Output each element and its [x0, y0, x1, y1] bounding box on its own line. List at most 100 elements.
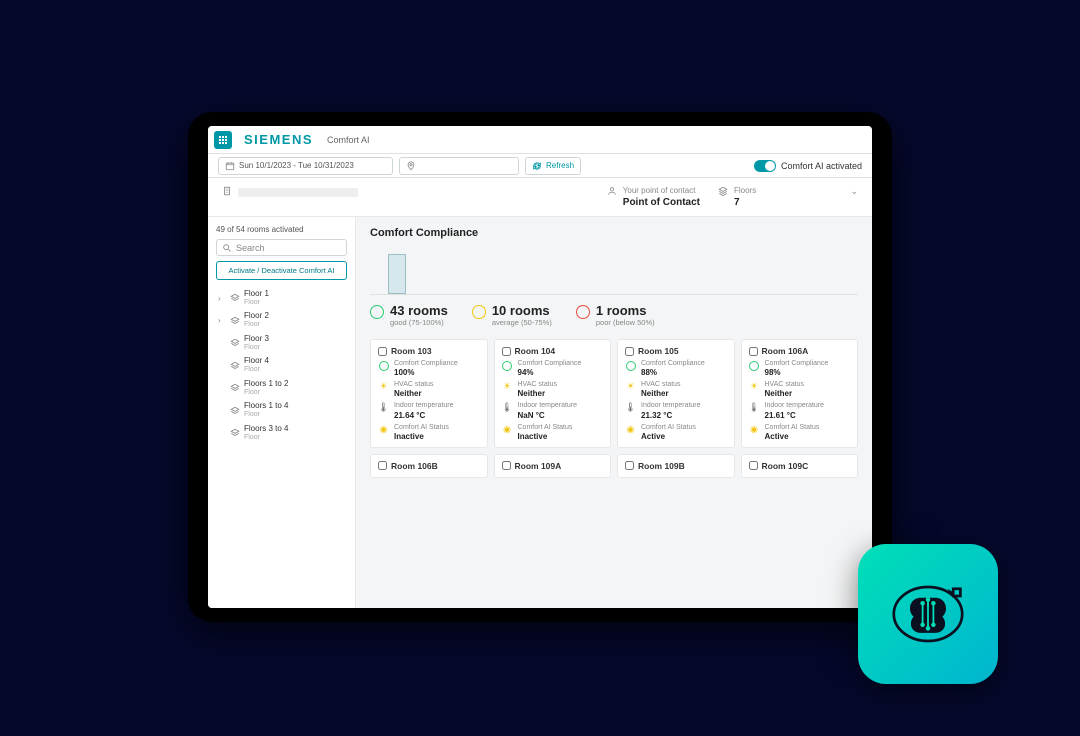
refresh-label: Refresh — [546, 161, 574, 170]
room-card[interactable]: Room 106B — [370, 454, 488, 478]
app-screen: SIEMENS Comfort AI Sun 10/1/2023 - Tue 1… — [208, 126, 872, 608]
hvac-icon: ☀ — [625, 381, 636, 392]
sidebar-floor-item[interactable]: › Floor 1Floor — [216, 287, 347, 309]
building-info — [222, 186, 589, 208]
room-name: Room 109C — [762, 461, 809, 471]
floor-sub: Floor — [244, 389, 288, 397]
room-checkbox[interactable] — [749, 347, 758, 356]
location-filter[interactable] — [399, 157, 519, 175]
room-name: Room 105 — [638, 346, 679, 356]
comfort-ai-toggle-label: Comfort AI activated — [781, 161, 862, 171]
stat-good: 43 roomsgood (75-100%) — [370, 303, 448, 327]
room-checkbox[interactable] — [502, 461, 511, 470]
room-name: Room 106B — [391, 461, 438, 471]
sidebar-floor-item[interactable]: Floors 1 to 4Floor — [216, 399, 347, 421]
metric-hvac: ☀HVAC statusNeither — [749, 381, 851, 398]
face-icon — [379, 361, 389, 371]
room-card-header: Room 106A — [749, 346, 851, 356]
sidebar-floor-item[interactable]: Floors 3 to 4Floor — [216, 422, 347, 444]
stat-label: good (75-100%) — [390, 318, 448, 327]
comfort-ai-toggle[interactable] — [754, 160, 776, 172]
layers-icon — [230, 316, 240, 326]
app-launcher-button[interactable] — [214, 131, 232, 149]
building-icon — [222, 186, 232, 196]
thermometer-icon: 🌡 — [749, 402, 760, 413]
room-checkbox[interactable] — [625, 461, 634, 470]
metric-compliance: Comfort Compliance100% — [378, 360, 480, 377]
date-range-picker[interactable]: Sun 10/1/2023 - Tue 10/31/2023 — [218, 157, 393, 175]
metric-temp: 🌡Indoor temperature21.64 °C — [378, 402, 480, 419]
metric-hvac: ☀HVAC statusNeither — [625, 381, 727, 398]
metric-compliance: Comfort Compliance94% — [502, 360, 604, 377]
hvac-icon: ☀ — [378, 381, 389, 392]
room-card[interactable]: Room 105 Comfort Compliance88% ☀HVAC sta… — [617, 339, 735, 448]
search-input[interactable]: Search — [216, 239, 347, 256]
room-checkbox[interactable] — [502, 347, 511, 356]
floor-name: Floors 1 to 2 — [244, 380, 288, 389]
room-card[interactable]: Room 106A Comfort Compliance98% ☀HVAC st… — [741, 339, 859, 448]
stats-row: 43 roomsgood (75-100%) 10 roomsaverage (… — [370, 303, 858, 327]
room-card-header: Room 109B — [625, 461, 727, 471]
filter-bar: Sun 10/1/2023 - Tue 10/31/2023 Refresh C… — [208, 154, 872, 178]
thermometer-icon: 🌡 — [625, 402, 636, 413]
stat-poor: 1 roomspoor (below 50%) — [576, 303, 655, 327]
building-name-redacted — [238, 188, 358, 197]
compliance-chart — [370, 247, 858, 295]
room-card[interactable]: Room 109B — [617, 454, 735, 478]
room-card[interactable]: Room 109C — [741, 454, 859, 478]
thermometer-icon: 🌡 — [502, 402, 513, 413]
contact-value: Point of Contact — [623, 197, 700, 208]
room-card[interactable]: Room 103 Comfort Compliance100% ☀HVAC st… — [370, 339, 488, 448]
face-icon-poor — [576, 305, 590, 319]
sidebar-floor-item[interactable]: Floors 1 to 2Floor — [216, 377, 347, 399]
person-icon — [607, 186, 617, 196]
main-panel: Comfort Compliance 43 roomsgood (75-100%… — [356, 217, 872, 608]
floor-name: Floor 3 — [244, 335, 269, 344]
search-placeholder: Search — [236, 243, 265, 253]
metric-temp: 🌡Indoor temperatureNaN °C — [502, 402, 604, 419]
room-card-header: Room 105 — [625, 346, 727, 356]
room-name: Room 109B — [638, 461, 685, 471]
room-name: Room 104 — [515, 346, 556, 356]
rooms-grid: Room 103 Comfort Compliance100% ☀HVAC st… — [370, 339, 858, 478]
rooms-activated-count: 49 of 54 rooms activated — [216, 225, 347, 234]
floors-info[interactable]: Floors 7 ⌄ — [718, 186, 858, 208]
search-icon — [222, 243, 232, 253]
sidebar-floor-item[interactable]: Floor 4Floor — [216, 354, 347, 376]
layers-icon — [230, 338, 240, 348]
floor-name: Floors 3 to 4 — [244, 425, 288, 434]
room-card[interactable]: Room 109A — [494, 454, 612, 478]
face-icon — [502, 361, 512, 371]
thermometer-icon: 🌡 — [378, 402, 389, 413]
refresh-button[interactable]: Refresh — [525, 157, 581, 175]
ai-app-badge — [858, 544, 998, 684]
sidebar-floor-item[interactable]: Floor 3Floor — [216, 332, 347, 354]
calendar-icon — [225, 161, 235, 171]
room-checkbox[interactable] — [749, 461, 758, 470]
floors-value: 7 — [734, 197, 844, 208]
chevron-down-icon: ⌄ — [850, 186, 858, 197]
chart-bar — [388, 254, 406, 294]
floor-name: Floor 4 — [244, 357, 269, 366]
room-checkbox[interactable] — [625, 347, 634, 356]
room-card-header: Room 109C — [749, 461, 851, 471]
brand-logo: SIEMENS — [244, 132, 313, 147]
comfort-ai-toggle-wrap: Comfort AI activated — [754, 160, 862, 172]
hvac-icon: ☀ — [502, 381, 513, 392]
floor-name: Floors 1 to 4 — [244, 402, 288, 411]
app-name: Comfort AI — [327, 135, 370, 145]
stat-label: average (50-75%) — [492, 318, 552, 327]
room-checkbox[interactable] — [378, 461, 387, 470]
floors-label: Floors — [734, 186, 844, 195]
room-card[interactable]: Room 104 Comfort Compliance94% ☀HVAC sta… — [494, 339, 612, 448]
ai-status-icon: ◉ — [378, 424, 389, 435]
refresh-icon — [532, 161, 542, 171]
layers-icon — [718, 186, 728, 196]
room-card-header: Room 104 — [502, 346, 604, 356]
stat-avg: 10 roomsaverage (50-75%) — [472, 303, 552, 327]
activate-deactivate-button[interactable]: Activate / Deactivate Comfort AI — [216, 261, 347, 280]
pin-icon — [406, 161, 416, 171]
room-checkbox[interactable] — [378, 347, 387, 356]
layers-icon — [230, 383, 240, 393]
sidebar-floor-item[interactable]: › Floor 2Floor — [216, 309, 347, 331]
